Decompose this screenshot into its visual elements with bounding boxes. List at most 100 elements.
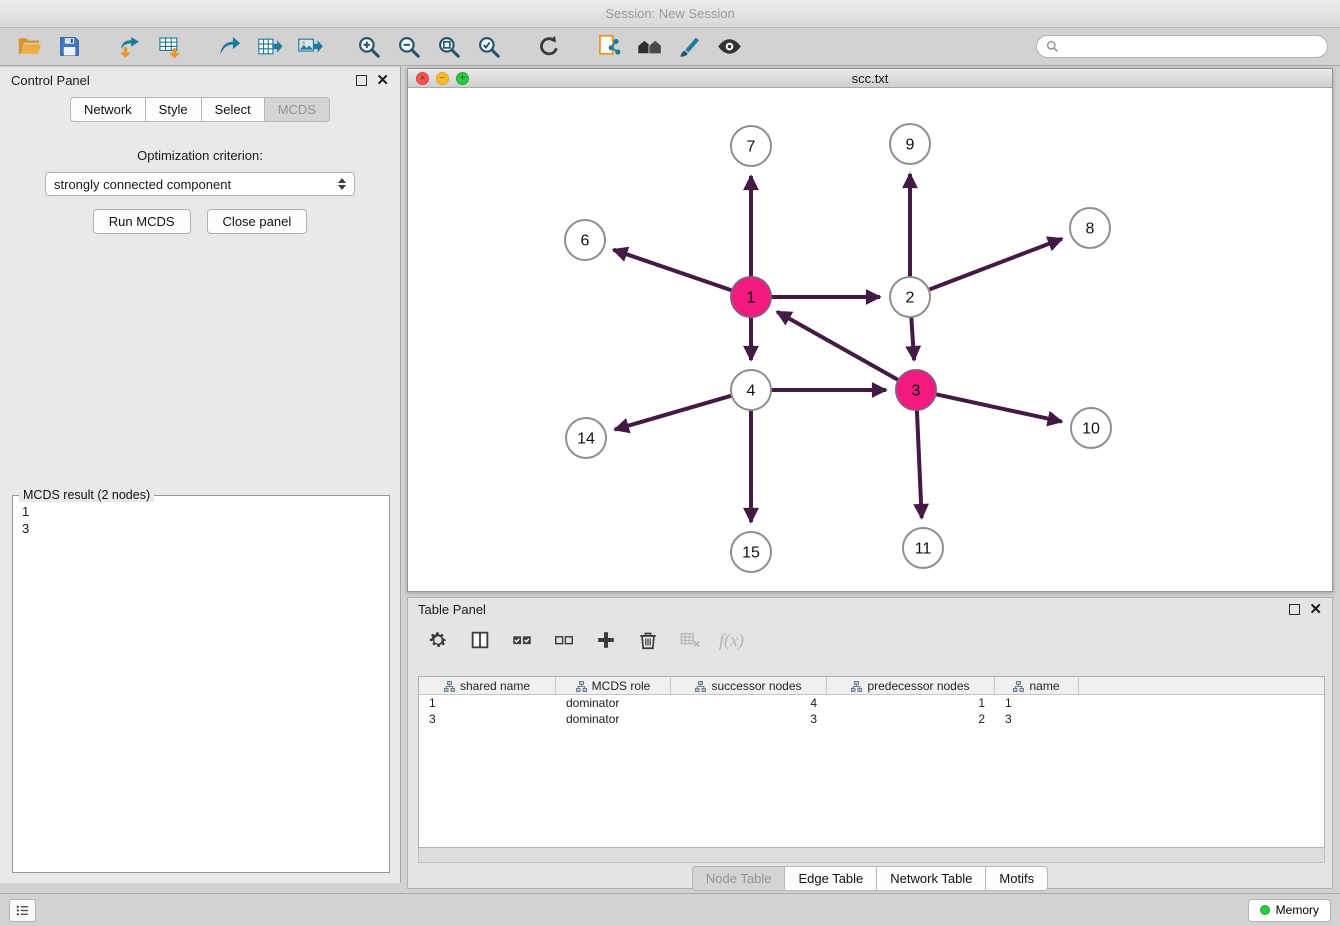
task-history-button[interactable] — [9, 899, 36, 922]
main-toolbar — [0, 28, 1340, 66]
tab-network[interactable]: Network — [70, 97, 146, 122]
edge-3-10[interactable] — [936, 394, 1062, 421]
memory-button[interactable]: Memory — [1248, 899, 1331, 922]
zoom-out-button[interactable] — [392, 31, 426, 62]
export-table-button[interactable] — [252, 31, 286, 62]
zoom-selected-button[interactable] — [472, 31, 506, 62]
table-cell[interactable]: dominator — [556, 711, 671, 727]
mcds-result-box: MCDS result (2 nodes) 13 — [12, 495, 390, 873]
save-session-button[interactable] — [52, 31, 86, 62]
close-window-icon[interactable]: × — [416, 72, 429, 85]
node-7[interactable]: 7 — [731, 126, 771, 166]
deselect-all-button[interactable] — [550, 627, 577, 654]
import-table-button[interactable] — [152, 31, 186, 62]
delete-row-button[interactable] — [634, 627, 661, 654]
node-label: 14 — [577, 431, 595, 448]
node-1[interactable]: 1 — [731, 277, 771, 317]
table-cell[interactable]: 1 — [419, 695, 556, 711]
zoom-out-icon — [396, 34, 422, 60]
search-icon — [1046, 40, 1059, 53]
node-8[interactable]: 8 — [1070, 208, 1110, 248]
float-panel-icon[interactable] — [356, 75, 367, 86]
node-9[interactable]: 9 — [890, 124, 930, 164]
first-neighbors-button[interactable] — [632, 31, 666, 62]
network-canvas[interactable]: 7 9 6 8 1 2 4 3 14 10 15 11 — [408, 88, 1332, 591]
new-network-button[interactable] — [212, 31, 246, 62]
table-cell[interactable]: 1 — [827, 695, 995, 711]
table-cell[interactable]: 4 — [671, 695, 827, 711]
edge-4-14[interactable] — [615, 396, 732, 430]
apply-style-button[interactable] — [592, 31, 626, 62]
criterion-selected-value: strongly connected component — [54, 177, 231, 192]
function-builder-button[interactable]: f(x) — [718, 627, 745, 654]
table-tabs: Node TableEdge TableNetwork TableMotifs — [408, 866, 1332, 891]
control-panel-header: Control Panel ✕ — [0, 67, 400, 94]
zoom-in-button[interactable] — [352, 31, 386, 62]
table-row[interactable]: 3dominator323 — [419, 711, 1324, 727]
node-11[interactable]: 11 — [903, 528, 943, 568]
annotations-button[interactable] — [672, 31, 706, 62]
edge-2-8[interactable] — [929, 239, 1062, 290]
close-panel-button[interactable]: Close panel — [207, 209, 308, 234]
node-4[interactable]: 4 — [731, 370, 771, 410]
tab-network-table[interactable]: Network Table — [877, 866, 986, 891]
edge-2-3[interactable] — [911, 317, 914, 360]
column-header-predecessor-nodes[interactable]: predecessor nodes — [827, 677, 995, 695]
select-all-button[interactable] — [508, 627, 535, 654]
table-cell[interactable]: 3 — [995, 711, 1079, 727]
column-header-successor-nodes[interactable]: successor nodes — [671, 677, 827, 695]
node-14[interactable]: 14 — [566, 418, 606, 458]
table-cell[interactable]: dominator — [556, 695, 671, 711]
delete-table-button[interactable] — [676, 627, 703, 654]
table-settings-button[interactable] — [424, 627, 451, 654]
table-cell[interactable]: 3 — [419, 711, 556, 727]
close-control-panel-icon[interactable]: ✕ — [376, 73, 389, 88]
edge-3-1[interactable] — [777, 312, 899, 381]
zoom-in-icon — [356, 34, 382, 60]
table-horizontal-scrollbar[interactable] — [418, 848, 1325, 863]
criterion-select[interactable]: strongly connected component — [45, 172, 355, 196]
node-6[interactable]: 6 — [565, 220, 605, 260]
maximize-window-icon[interactable]: + — [456, 72, 469, 85]
table-cell[interactable]: 1 — [995, 695, 1079, 711]
tab-edge-table[interactable]: Edge Table — [785, 866, 877, 891]
import-network-button[interactable] — [112, 31, 146, 62]
tab-node-table[interactable]: Node Table — [692, 866, 786, 891]
paintbrush-icon — [676, 34, 702, 60]
node-10[interactable]: 10 — [1071, 408, 1111, 448]
tab-select[interactable]: Select — [202, 97, 265, 122]
search-box[interactable] — [1036, 35, 1328, 58]
search-input[interactable] — [1065, 40, 1318, 54]
column-header-name[interactable]: name — [995, 677, 1079, 695]
open-session-button[interactable] — [12, 31, 46, 62]
edge-3-11[interactable] — [917, 410, 922, 518]
node-2[interactable]: 2 — [890, 277, 930, 317]
tab-mcds[interactable]: MCDS — [265, 97, 330, 122]
network-window-title: scc.txt — [852, 71, 889, 86]
minimize-window-icon[interactable]: − — [436, 72, 449, 85]
node-15[interactable]: 15 — [731, 532, 771, 572]
table-row[interactable]: 1dominator411 — [419, 695, 1324, 711]
deselect-all-icon — [553, 629, 575, 651]
float-table-panel-icon[interactable] — [1289, 604, 1300, 615]
add-row-button[interactable] — [592, 627, 619, 654]
zoom-fit-button[interactable] — [432, 31, 466, 62]
close-table-panel-icon[interactable]: ✕ — [1309, 602, 1322, 617]
export-image-button[interactable] — [292, 31, 326, 62]
table-cell[interactable]: 3 — [671, 711, 827, 727]
tab-style[interactable]: Style — [146, 97, 202, 122]
memory-status-icon — [1260, 905, 1270, 915]
show-columns-button[interactable] — [466, 627, 493, 654]
refresh-button[interactable] — [532, 31, 566, 62]
network-window-titlebar[interactable]: × − + scc.txt — [408, 69, 1332, 88]
run-mcds-button[interactable]: Run MCDS — [93, 209, 191, 234]
table-cell[interactable]: 2 — [827, 711, 995, 727]
show-hide-button[interactable] — [712, 31, 746, 62]
window-titlebar[interactable]: Session: New Session — [0, 0, 1340, 28]
column-header-mcds-role[interactable]: MCDS role — [556, 677, 671, 695]
select-arrows-icon — [338, 178, 346, 190]
column-header-shared-name[interactable]: shared name — [419, 677, 556, 695]
node-3[interactable]: 3 — [896, 370, 936, 410]
edge-1-6[interactable] — [613, 250, 732, 291]
tab-motifs[interactable]: Motifs — [986, 866, 1048, 891]
